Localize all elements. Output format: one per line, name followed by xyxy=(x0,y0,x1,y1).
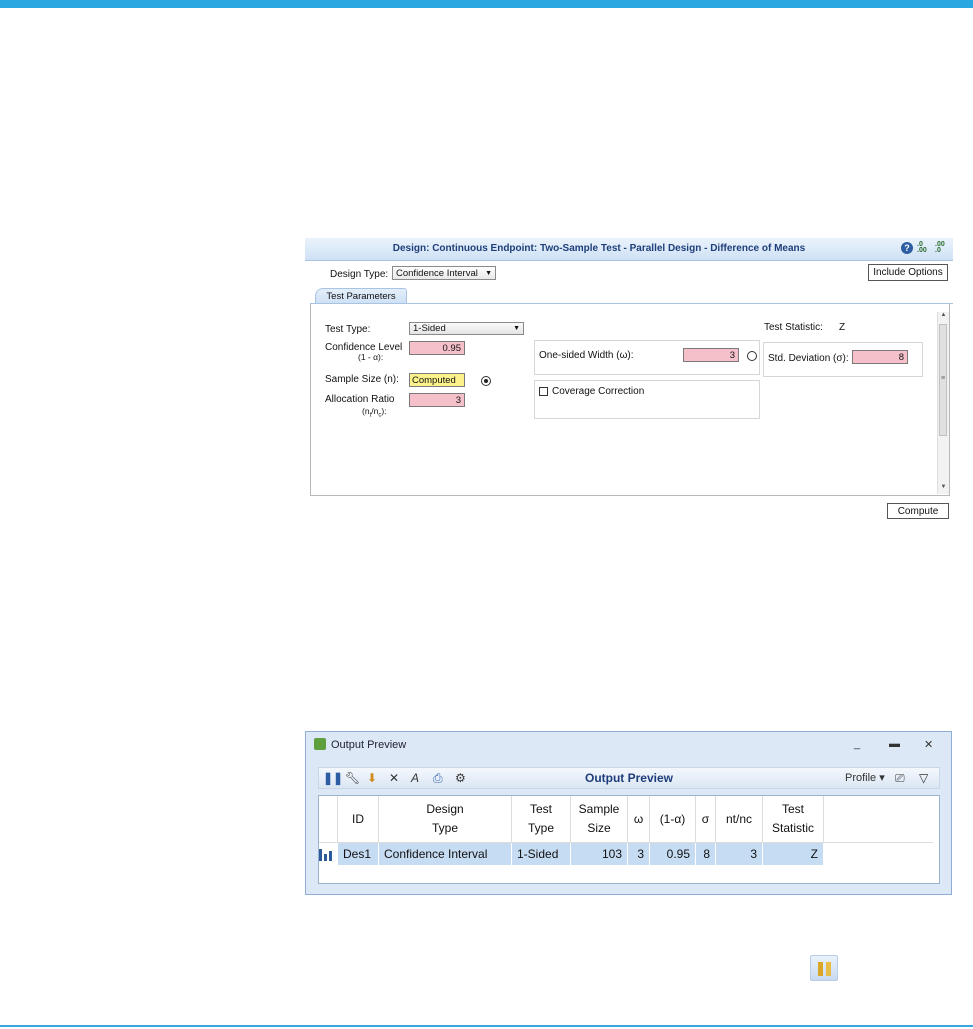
column-header-sigma[interactable]: σ xyxy=(695,796,716,843)
column-header-filler xyxy=(823,796,932,843)
row-header-corner xyxy=(319,796,338,843)
cell-conf[interactable]: 0.95 xyxy=(649,842,696,865)
cell-design-type[interactable]: Confidence Interval xyxy=(378,842,512,865)
row-design-icon[interactable] xyxy=(319,842,338,865)
help-icon[interactable]: ? xyxy=(901,242,913,254)
scroll-down-icon[interactable]: ▼ xyxy=(938,484,949,494)
sample-size-radio[interactable] xyxy=(481,376,491,386)
table-row[interactable]: Des1 Confidence Interval 1-Sided 103 3 0… xyxy=(319,842,933,865)
bar-chart-icon xyxy=(319,848,333,862)
cell-ratio[interactable]: 3 xyxy=(715,842,763,865)
decrease-decimal-icon[interactable]: .00.0 xyxy=(935,241,949,254)
width-input[interactable]: 3 xyxy=(683,348,739,362)
column-header-ratio[interactable]: nt/nc xyxy=(715,796,763,843)
output-preview-titlebar: Output Preview _ ▬ ✕ xyxy=(306,732,951,758)
chevron-down-icon: ▼ xyxy=(513,325,520,332)
width-label: One-sided Width (ω): xyxy=(539,350,634,361)
column-header-omega[interactable]: ω xyxy=(627,796,650,843)
compute-button[interactable]: Compute xyxy=(887,503,949,519)
cell-test-type[interactable]: 1-Sided xyxy=(511,842,571,865)
columns-icon[interactable]: ❚❚ xyxy=(323,771,343,785)
test-type-select[interactable]: 1-Sided ▼ xyxy=(409,322,524,335)
table-header-row: ID Design Type Test Type Sample Size ω (… xyxy=(319,796,932,843)
maximize-icon[interactable]: ▬ xyxy=(889,738,900,750)
coverage-label: Coverage Correction xyxy=(552,386,645,397)
vertical-scrollbar[interactable]: ▲ ≡ ▼ xyxy=(937,312,949,494)
include-options-button[interactable]: Include Options xyxy=(868,264,948,281)
save-icon[interactable]: ⬇ xyxy=(367,771,377,785)
test-statistic-label: Test Statistic: xyxy=(764,322,823,333)
column-header-design-type[interactable]: Design Type xyxy=(378,796,512,843)
profile-label: Profile xyxy=(845,772,877,784)
column-header-test-type[interactable]: Test Type xyxy=(511,796,571,843)
sample-size-input[interactable]: Computed xyxy=(409,373,465,387)
coverage-checkbox[interactable] xyxy=(539,386,548,396)
scroll-up-icon[interactable]: ▲ xyxy=(938,312,949,322)
column-header-test-statistic[interactable]: Test Statistic xyxy=(762,796,824,843)
std-dev-label: Std. Deviation (σ): xyxy=(768,353,849,364)
design-title-bar: Design: Continuous Endpoint: Two-Sample … xyxy=(305,238,953,261)
cell-sample-size[interactable]: 103 xyxy=(570,842,628,865)
output-preview-window: Output Preview _ ▬ ✕ Output Preview ❚❚ 🔧… xyxy=(305,731,952,895)
delete-icon[interactable]: ✕ xyxy=(389,771,399,785)
test-type-value: 1-Sided xyxy=(413,323,446,334)
design-type-value: Confidence Interval xyxy=(396,268,478,279)
output-preview-app-icon xyxy=(314,738,326,750)
output-preview-window-title: Output Preview xyxy=(331,739,407,751)
cell-filler xyxy=(823,842,933,865)
output-preview-toolbar: Output Preview ❚❚ 🔧︎ ⬇ ✕ A ⎙ ⚙ Profile ▾… xyxy=(318,767,940,789)
width-radio[interactable] xyxy=(747,351,757,361)
cell-id[interactable]: Des1 xyxy=(337,842,379,865)
confidence-level-input[interactable]: 0.95 xyxy=(409,341,465,355)
test-statistic-value: Z xyxy=(839,322,846,333)
allocation-ratio-sub: (nt/nc): xyxy=(362,406,387,419)
rename-icon[interactable]: A xyxy=(411,771,419,785)
profile-dropdown[interactable]: Profile ▾ xyxy=(845,771,885,785)
sample-size-label: Sample Size (n): xyxy=(325,374,399,385)
close-icon[interactable]: ✕ xyxy=(924,738,933,751)
column-header-conf[interactable]: (1-α) xyxy=(649,796,696,843)
design-type-label: Design Type: xyxy=(330,269,389,280)
cell-test-statistic[interactable]: Z xyxy=(762,842,824,865)
scroll-thumb[interactable]: ≡ xyxy=(939,324,947,436)
allocation-ratio-label: Allocation Ratio xyxy=(325,394,395,405)
print-icon[interactable]: ⎙ xyxy=(433,771,443,785)
increase-decimal-icon[interactable]: .0.00 xyxy=(917,241,931,254)
allocation-ratio-input[interactable]: 3 xyxy=(409,393,465,407)
output-table: ID Design Type Test Type Sample Size ω (… xyxy=(319,796,933,865)
minimize-icon[interactable]: _ xyxy=(854,738,860,750)
design-type-select[interactable]: Confidence Interval ▼ xyxy=(392,266,496,280)
column-header-id[interactable]: ID xyxy=(337,796,379,843)
chevron-down-icon: ▼ xyxy=(485,270,492,277)
edit-icon[interactable]: ⎚ xyxy=(895,771,905,785)
wrench-icon[interactable]: 🔧︎ xyxy=(345,771,360,785)
output-preview-grid: ID Design Type Test Type Sample Size ω (… xyxy=(318,795,940,884)
coverage-checkbox-row[interactable]: Coverage Correction xyxy=(539,386,644,397)
std-dev-input[interactable]: 8 xyxy=(852,350,908,364)
test-type-label: Test Type: xyxy=(325,324,371,335)
top-accent-bar xyxy=(0,0,973,8)
cell-sigma[interactable]: 8 xyxy=(695,842,716,865)
column-header-sample-size[interactable]: Sample Size xyxy=(570,796,628,843)
confidence-level-sub: (1 - α): xyxy=(358,352,384,362)
design-dialog: Design: Continuous Endpoint: Two-Sample … xyxy=(305,238,953,523)
settings-icon[interactable]: ⚙ xyxy=(455,771,466,785)
design-title: Design: Continuous Endpoint: Two-Sample … xyxy=(392,243,806,254)
tab-test-parameters[interactable]: Test Parameters xyxy=(315,288,407,304)
cell-omega[interactable]: 3 xyxy=(627,842,650,865)
filter-icon[interactable]: ▽ xyxy=(919,771,928,785)
bottom-accent-line xyxy=(0,1025,973,1027)
output-preview-toggle-icon[interactable] xyxy=(810,955,838,981)
